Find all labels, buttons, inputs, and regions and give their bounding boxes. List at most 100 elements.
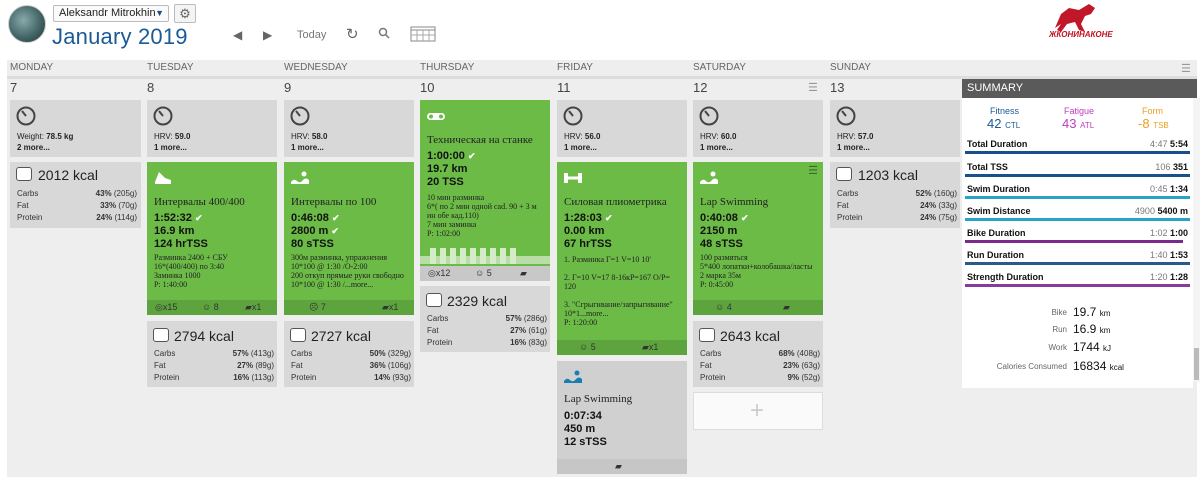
feel-icon[interactable]: ☹ 7 (309, 302, 326, 313)
workout-tss: 12 sTSS (564, 436, 607, 448)
comment-icon[interactable]: ▰ (783, 302, 790, 313)
planned-workout-card[interactable]: Lap Swimming 0:07:34 450 m 12 sTSS ▰ (557, 361, 687, 474)
nutrition-card[interactable]: 2794 kcal Carbs 57% (413g) Fat 27% (89g) P… (147, 321, 277, 387)
day-header-tuesday: TUESDAY (147, 62, 194, 73)
summary-row-label: Run Duration (967, 250, 1024, 260)
workout-footer: ◎x12 ☺ 5 ▰ (420, 266, 550, 281)
workout-card[interactable]: Техническая на станке 1:00:00 ✔ 19.7 km … (420, 100, 550, 281)
chevron-down-icon: ▼ (155, 8, 164, 18)
scrollbar-thumb[interactable] (1194, 348, 1199, 380)
workout-distance: 2800 m ✔ (291, 225, 339, 237)
kcal-value: 2794 kcal (174, 328, 234, 344)
fat-row: Fat 24% (33g) (837, 201, 957, 210)
workout-card[interactable]: Силовая плиометрика 1:28:03 ✔ 0.00 km 67… (557, 162, 687, 355)
fat-row: Fat 23% (63g) (700, 361, 820, 370)
swim-icon (291, 171, 309, 184)
fitness-value: 42 CTL (987, 116, 1021, 131)
workout-menu-icon[interactable]: ☰ (808, 166, 818, 177)
day-header-saturday: SATURDAY (693, 62, 746, 73)
gear-icon[interactable]: ⚙ (174, 4, 196, 23)
feel-icon[interactable]: ☺ 5 (579, 342, 596, 352)
nutrition-card[interactable]: 2643 kcal Carbs 68% (408g) Fat 23% (63g) P… (693, 321, 823, 387)
feel-icon[interactable]: ☺ 5 (475, 268, 492, 278)
metrics-card[interactable]: HRV: 58.0 1 more... (284, 100, 414, 157)
workout-title: Lap Swimming (700, 196, 769, 208)
summary-row-value: 4:47 5:54 (1149, 139, 1188, 149)
medal-icon[interactable]: ◎x15 (155, 302, 177, 313)
metric-label: Weight: 78.5 kg (17, 132, 74, 141)
summary-row-bar (965, 151, 1190, 154)
workout-description: 10 мин разминка 6*( по 2 мин одной cad. 9… (427, 193, 537, 238)
nutrition-card[interactable]: 2012 kcal Carbs 43% (205g) Fat 33% (70g) P… (10, 162, 141, 228)
metrics-card[interactable]: HRV: 57.0 1 more... (830, 100, 960, 157)
feel-icon[interactable]: ☺ 4 (715, 302, 732, 312)
workout-card[interactable]: Интервалы 400/400 1:52:32 ✔ 16.9 km 124 … (147, 162, 277, 315)
comment-icon[interactable]: ▰x1 (642, 342, 658, 353)
summary-row-label: Bike Duration (967, 228, 1026, 238)
summary-row-bar (965, 174, 1190, 177)
day-menu-icon[interactable]: ☰ (808, 83, 818, 94)
athlete-selector[interactable]: Aleksandr Mitrokhin ▼ (53, 5, 169, 22)
more-link[interactable]: 1 more... (291, 143, 324, 152)
fat-row: Fat 36% (106g) (291, 361, 411, 370)
nutrition-card[interactable]: 2727 kcal Carbs 50% (329g) Fat 36% (106g) … (284, 321, 414, 387)
comment-icon[interactable]: ▰ (520, 268, 527, 279)
nutrition-card[interactable]: 2329 kcal Carbs 57% (286g) Fat 27% (61g) P… (420, 286, 550, 352)
workout-description: 1. Разминка Г=1 V=10 10' 2. Г=10 V=17 8-1… (564, 255, 673, 327)
workout-duration: 0:07:34 (564, 410, 602, 422)
today-button[interactable]: Today (297, 29, 326, 41)
workout-title: Интервалы 400/400 (154, 196, 245, 208)
kcal-value: 2329 kcal (447, 293, 507, 309)
comment-icon[interactable]: ▰x1 (245, 302, 261, 313)
more-link[interactable]: 1 more... (154, 143, 187, 152)
protein-row: Protein 24% (75g) (837, 213, 957, 222)
next-icon[interactable]: ▶ (263, 28, 272, 42)
kcal-value: 1203 kcal (858, 167, 918, 183)
fat-row: Fat 33% (70g) (17, 201, 137, 210)
more-link[interactable]: 1 more... (837, 143, 870, 152)
protein-row: Protein 14% (93g) (291, 373, 411, 382)
total-value: 16.9 km (1073, 322, 1111, 336)
calendar-icon[interactable] (410, 25, 436, 45)
search-icon[interactable] (378, 27, 390, 42)
metrics-card[interactable]: Weight: 78.5 kg 2 more... (10, 100, 141, 157)
comment-icon[interactable]: ▰ (615, 461, 622, 472)
protein-row: Protein 16% (83g) (427, 338, 547, 347)
workout-duration: 0:40:08 ✔ (700, 212, 749, 224)
top-bar: Aleksandr Mitrokhin ▼ ⚙ January 2019 ◀ ▶ … (0, 0, 1200, 58)
metrics-card[interactable]: HRV: 59.0 1 more... (147, 100, 277, 157)
menu-icon[interactable]: ☰ (1181, 64, 1191, 75)
day-number: 9 (284, 80, 292, 95)
carbs-row: Carbs 57% (413g) (154, 349, 274, 358)
more-link[interactable]: 2 more... (17, 143, 50, 152)
more-link[interactable]: 1 more... (564, 143, 597, 152)
summary-row-label: Total Duration (967, 139, 1028, 149)
scrollbar[interactable] (1193, 98, 1200, 382)
prev-icon[interactable]: ◀ (233, 28, 242, 42)
total-value: 16834 kcal (1073, 359, 1124, 373)
metrics-card[interactable]: HRV: 56.0 1 more... (557, 100, 687, 157)
more-link[interactable]: 1 more... (700, 143, 733, 152)
workout-tss: 124 hrTSS (154, 238, 208, 250)
medal-icon[interactable]: ◎x12 (428, 268, 450, 279)
workout-duration: 1:00:00 ✔ (427, 150, 476, 162)
gauge-icon (290, 106, 310, 126)
workout-card[interactable]: Интервалы по 100 0:46:08 ✔ 2800 m ✔ 80 s… (284, 162, 414, 315)
avatar[interactable] (8, 5, 46, 43)
comment-icon[interactable]: ▰x1 (382, 302, 398, 313)
kcal-value: 2727 kcal (311, 328, 371, 344)
workout-card[interactable]: ☰ Lap Swimming 0:40:08 ✔ 2150 m 48 sTSS … (693, 162, 823, 315)
summary-row-bar (965, 262, 1190, 265)
carbs-row: Carbs 68% (408g) (700, 349, 820, 358)
feel-icon[interactable]: ☺ 8 (202, 302, 219, 312)
carbs-row: Carbs 57% (286g) (427, 314, 547, 323)
gauge-icon (699, 106, 719, 126)
workout-distance: 2150 m (700, 225, 738, 237)
metrics-card[interactable]: HRV: 60.0 1 more... (693, 100, 823, 157)
day-number: 8 (147, 80, 155, 95)
nutrition-card[interactable]: 1203 kcal Carbs 52% (160g) Fat 24% (33g) P… (830, 162, 960, 228)
add-workout-button[interactable]: + (693, 392, 823, 430)
plate-icon (699, 328, 715, 342)
summary-row-value: 106 351 (1155, 162, 1188, 172)
refresh-icon[interactable]: ↻ (346, 25, 359, 43)
